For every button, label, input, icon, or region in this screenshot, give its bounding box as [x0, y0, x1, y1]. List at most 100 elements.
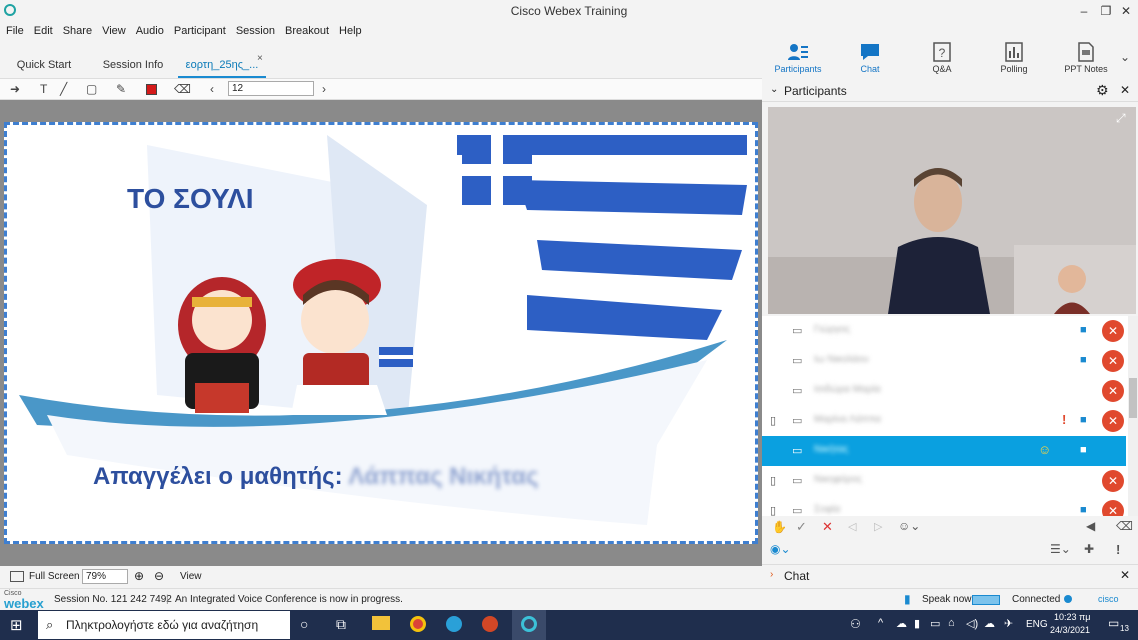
- participant-row[interactable]: ▭ Ισιδώρα Μαρία ✕: [762, 376, 1126, 406]
- participant-row[interactable]: ▭ Γιώργος ■ ✕: [762, 316, 1126, 346]
- language-indicator[interactable]: ENG: [1026, 619, 1048, 630]
- close-button[interactable]: ✕: [1112, 2, 1138, 20]
- text-tool-icon[interactable]: T: [40, 82, 47, 96]
- prev-page-icon[interactable]: ‹: [210, 82, 214, 96]
- menu-file[interactable]: File: [6, 22, 24, 40]
- tab-quick-start[interactable]: Quick Start: [10, 54, 78, 78]
- chat-toolbar-button[interactable]: Chat: [840, 40, 900, 76]
- next-page-icon[interactable]: ›: [322, 82, 326, 96]
- participants-scrollbar[interactable]: [1128, 316, 1138, 516]
- audio-level-meter: [972, 595, 1000, 605]
- audio-connect-icon[interactable]: ◉⌄: [770, 542, 791, 556]
- menu-participant[interactable]: Participant: [174, 22, 226, 40]
- mic-muted-icon[interactable]: ✕: [1102, 500, 1124, 516]
- participants-toolbar-button[interactable]: Participants: [768, 40, 828, 76]
- video-camera-icon[interactable]: ■: [1080, 444, 1087, 456]
- view-menu[interactable]: View: [180, 571, 202, 582]
- cortana-icon[interactable]: ○: [300, 616, 308, 632]
- expand-video-icon[interactable]: ⤢: [1116, 111, 1126, 126]
- qa-toolbar-button[interactable]: ? Q&A: [912, 40, 972, 76]
- greek-flag-illustration: [457, 135, 747, 345]
- people-icon[interactable]: ⚇: [850, 617, 861, 631]
- no-x-icon[interactable]: ✕: [822, 519, 833, 535]
- chrome-icon[interactable]: [410, 616, 426, 632]
- mic-muted-icon[interactable]: ✕: [1102, 410, 1124, 432]
- clock-time[interactable]: 10:23 πμ: [1054, 612, 1090, 622]
- video-camera-icon[interactable]: ■: [1080, 504, 1087, 516]
- edge-icon[interactable]: [446, 616, 462, 632]
- tab-presentation[interactable]: εορτη_25ης_...: [178, 54, 266, 78]
- faster-icon[interactable]: ▷: [874, 520, 882, 533]
- ppt-notes-toolbar-button[interactable]: PPT Notes: [1056, 40, 1116, 76]
- expel-alert-icon[interactable]: !: [1116, 542, 1120, 557]
- menu-session[interactable]: Session: [236, 22, 275, 40]
- rectangle-tool-icon[interactable]: ▢: [86, 82, 97, 96]
- phone-icon: ▯: [770, 505, 777, 516]
- search-placeholder: Πληκτρολογήστε εδώ για αναζήτηση: [66, 618, 259, 632]
- gear-icon[interactable]: ⚙: [1096, 82, 1109, 99]
- emoticon-select-icon[interactable]: ☺⌄: [898, 519, 920, 533]
- font-size-select[interactable]: 12: [228, 81, 314, 96]
- polling-toolbar-button[interactable]: Polling: [984, 40, 1044, 76]
- phone-icon: ▯: [770, 415, 777, 427]
- tab-session-info[interactable]: Session Info: [96, 54, 170, 78]
- clock-date[interactable]: 24/3/2021: [1050, 625, 1090, 635]
- chat-expand-chevron-icon[interactable]: ›: [770, 569, 773, 580]
- mic-muted-icon[interactable]: ✕: [1102, 380, 1124, 402]
- zoom-out-icon[interactable]: ⊖: [154, 569, 164, 583]
- taskbar-search-input[interactable]: ⌕ Πληκτρολογήστε εδώ για αναζήτηση: [38, 611, 290, 639]
- scrollbar-thumb[interactable]: [1129, 378, 1137, 418]
- pointer-tool-icon[interactable]: ➜: [10, 82, 20, 96]
- clear-icon[interactable]: ⌫: [1116, 519, 1133, 533]
- notifications-icon[interactable]: ▭: [1108, 616, 1119, 630]
- menu-share[interactable]: Share: [63, 22, 92, 40]
- full-screen-label[interactable]: Full Screen: [29, 571, 80, 582]
- toolbar-more-chevron-icon[interactable]: ⌄: [1120, 50, 1130, 64]
- chat-disabled-icon: ▭: [792, 325, 803, 337]
- zoom-select[interactable]: 79%: [82, 569, 128, 584]
- color-picker-icon[interactable]: [146, 84, 157, 95]
- speak-now-label: Speak now: [922, 594, 972, 605]
- list-options-icon[interactable]: ☰⌄: [1050, 542, 1071, 556]
- tab-close-icon[interactable]: ×: [257, 53, 263, 64]
- video-camera-icon[interactable]: ■: [1080, 354, 1087, 366]
- mic-muted-icon[interactable]: ✕: [1102, 470, 1124, 492]
- add-user-icon[interactable]: ✚: [1084, 542, 1094, 556]
- show-hidden-icons-chevron[interactable]: ^: [878, 617, 883, 629]
- microphone-icon[interactable]: ▮: [904, 592, 911, 606]
- participant-row[interactable]: ▯ ▭ Νικηφόρος ✕: [762, 466, 1126, 496]
- menu-edit[interactable]: Edit: [34, 22, 53, 40]
- task-view-icon[interactable]: ⧉: [336, 616, 346, 633]
- menu-breakout[interactable]: Breakout: [285, 22, 329, 40]
- lower-hand-icon[interactable]: ◀: [1086, 519, 1095, 533]
- mic-muted-icon[interactable]: ✕: [1102, 320, 1124, 342]
- participant-name: Νικήτας: [814, 444, 849, 455]
- pen-tool-icon[interactable]: ✎: [116, 82, 126, 96]
- panel-collapse-chevron-icon[interactable]: ⌄: [770, 84, 778, 95]
- panel-close-icon[interactable]: ✕: [1120, 83, 1130, 97]
- participant-row[interactable]: ▭ Ιω Νικολάου ■ ✕: [762, 346, 1126, 376]
- mic-muted-icon[interactable]: ✕: [1102, 350, 1124, 372]
- video-camera-icon[interactable]: ■: [1080, 414, 1087, 426]
- yes-check-icon[interactable]: ✓: [796, 519, 807, 535]
- raise-hand-icon[interactable]: ✋: [772, 520, 787, 534]
- zoom-in-icon[interactable]: ⊕: [134, 569, 144, 583]
- participant-row-selected[interactable]: ▭ Νικήτας ☺ ■: [762, 436, 1126, 466]
- participant-name: Σοφία: [814, 504, 841, 515]
- participant-row[interactable]: ▯ ▭ Μαρίνα Λάππα ! ■ ✕: [762, 406, 1126, 436]
- line-tool-icon[interactable]: ╱: [60, 82, 67, 96]
- menu-help[interactable]: Help: [339, 22, 362, 40]
- powerpoint-icon[interactable]: [482, 616, 498, 632]
- chat-close-icon[interactable]: ✕: [1120, 568, 1130, 582]
- video-camera-icon[interactable]: ■: [1080, 324, 1087, 336]
- full-screen-icon[interactable]: [10, 571, 24, 582]
- webex-taskbar-button[interactable]: [512, 610, 546, 640]
- participant-row[interactable]: ▯ ▭ Σοφία ■ ✕: [762, 496, 1126, 516]
- slower-icon[interactable]: ◁: [848, 520, 856, 533]
- menu-audio[interactable]: Audio: [136, 22, 164, 40]
- menu-view[interactable]: View: [102, 22, 126, 40]
- windows-start-icon[interactable]: ⊞: [10, 616, 23, 634]
- eraser-tool-icon[interactable]: ⌫: [174, 82, 191, 96]
- participants-panel-header: ⌄ Participants ⚙ ✕: [762, 80, 1138, 102]
- file-explorer-icon[interactable]: [372, 616, 390, 630]
